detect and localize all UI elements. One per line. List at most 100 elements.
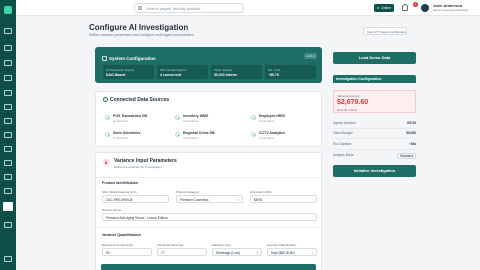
variance-type-select[interactable]: Shrinkage (Loss) ▾ [212,248,262,256]
source-status: Connected [259,119,274,123]
online-label: Online [381,6,392,10]
chart-icon[interactable] [4,146,12,152]
search-input[interactable]: Search pages, friendly policies... [134,3,244,13]
online-status-button[interactable]: Online [374,4,394,12]
divider [333,138,416,139]
check-icon [251,132,256,137]
stat-label: Est. Cost [268,68,281,72]
summary-row: Token Budget 50,000 [333,131,416,136]
sku-label: SKU (Stock Keeping Unit) [102,190,137,194]
history-icon[interactable] [4,188,12,194]
summary-row: Est. Duration ~45s [333,142,416,147]
row-key: Est. Duration [333,142,352,146]
category-value: Premium Cosmetics [180,198,209,202]
analytics-icon[interactable] [4,75,12,81]
variance-subtitle: Define the anomaly for investigation [114,165,162,169]
check-icon [175,115,180,120]
variance-type-value: Shrinkage (Loss) [216,251,241,255]
stores-icon[interactable] [4,104,12,110]
app-logo [4,6,12,14]
category-select[interactable]: Premium Cosmetics ▾ [176,195,243,203]
variance-parameters-panel: Variance Input Parameters Define the ano… [95,152,323,270]
stat-cost: Est. Cost ~$0.75 [265,65,316,79]
severity-value: High ($5K-$15K) [271,251,295,255]
row-key: Token Budget [333,131,353,135]
cost-meta: Severity: HIGH [337,108,358,112]
inventory-icon[interactable] [4,118,12,124]
cases-icon[interactable] [4,45,12,51]
bell-icon[interactable] [402,4,408,11]
divider [96,177,323,178]
load-demo-button[interactable]: Load Demo Data [333,52,416,64]
category-label: Product Category [176,190,200,194]
initialize-investigation-button[interactable]: Initialize Investigation [333,165,416,177]
source-status: Connected [183,136,198,140]
logout-icon[interactable] [4,256,12,262]
check-icon [251,115,256,120]
divider [96,227,323,228]
warning-icon [103,159,110,166]
source-name: POS Transaction DB [113,114,148,118]
stat-label: Max Parallel Agents [160,68,187,72]
stat-label: Orchestration Engine [106,68,135,72]
sku-field[interactable]: CSC-PRE-MSKU8 [102,195,169,203]
quant-section-title: Variance Quantification [102,233,141,237]
unit-cost-field[interactable]: $8.95 [250,195,317,203]
divider [333,128,416,129]
data-sources-title: Connected Data Sources [110,97,170,103]
page-subtitle: Define variance parameters and configure… [89,33,194,37]
source-name: CCTV Analytics [259,131,285,135]
expected-qty-field[interactable]: 90 [102,248,152,256]
submit-button[interactable] [101,264,316,270]
alerts-icon[interactable] [4,132,12,138]
actual-qty-field[interactable]: 77 [157,248,207,256]
load-demo-label: Load Demo Data [358,55,391,60]
reports-icon[interactable] [4,60,12,66]
investigation-config-header: Investigation Configuration [333,75,416,83]
stat-agents: Max Parallel Agents 4 concurrent [157,65,208,79]
avatar[interactable] [421,4,429,12]
settings-icon[interactable] [4,174,12,180]
stat-value: ~$0.75 [268,73,279,77]
variance-title: Variance Input Parameters [114,158,177,164]
expected-label: Expected On-Hand Qty [102,243,134,247]
check-icon [105,132,110,137]
agents-icon[interactable] [4,90,12,96]
analysis-mode-select[interactable]: Standard [397,153,416,159]
row-value: 50,000 [406,131,416,135]
stat-value: 50,000 tokens [214,73,237,77]
notification-badge: 3 [413,2,418,7]
cost-value: $2,679.60 [337,99,369,106]
search-icon [138,6,142,10]
source-name: Regional Crime DB [183,131,215,135]
version-badge: v1.0.0 [304,53,317,59]
source-name: Store Schedules [113,131,141,135]
page-title: Configure AI Investigation [89,23,189,32]
cost-label: Variance Amount [337,94,360,98]
summary-row: Agents Involved 6/7/10 [333,121,416,126]
chevron-down-icon: ▾ [311,251,313,255]
analysis-mode-row: Analysis Mode Standard [333,153,416,159]
variance-amount-box: Variance Amount $2,679.60 Severity: HIGH [333,90,416,113]
actual-label: Actual On-Hand Qty [157,243,184,247]
chevron-down-icon: ▾ [256,251,258,255]
help-icon[interactable] [4,222,12,228]
search-placeholder: Search pages, friendly policies... [146,6,204,11]
users-icon[interactable] [4,160,12,166]
source-status: Connected [183,119,198,123]
saved-configurations-button[interactable]: View 177 Saved Configurations [363,27,407,35]
dashboard-icon[interactable] [4,28,12,34]
server-icon [102,56,107,61]
source-name: Inventory WMS [183,114,209,118]
source-status: Connected [113,136,128,140]
unit-cost-label: Unit Cost (USD) [250,190,272,194]
stat-value: DAG-Based [106,73,126,77]
product-name-field[interactable]: Premium Anti-Aging Serum - Luxury Editio… [102,213,317,221]
user-role: Senior Insurance Manager [433,8,469,12]
investigation-icon[interactable] [3,202,13,211]
check-icon [175,132,180,137]
severity-select[interactable]: High ($5K-$15K) ▾ [267,248,317,256]
source-status: Connected [113,119,128,123]
row-value: ~45s [408,142,416,146]
row-key: Agents Involved [333,121,356,125]
